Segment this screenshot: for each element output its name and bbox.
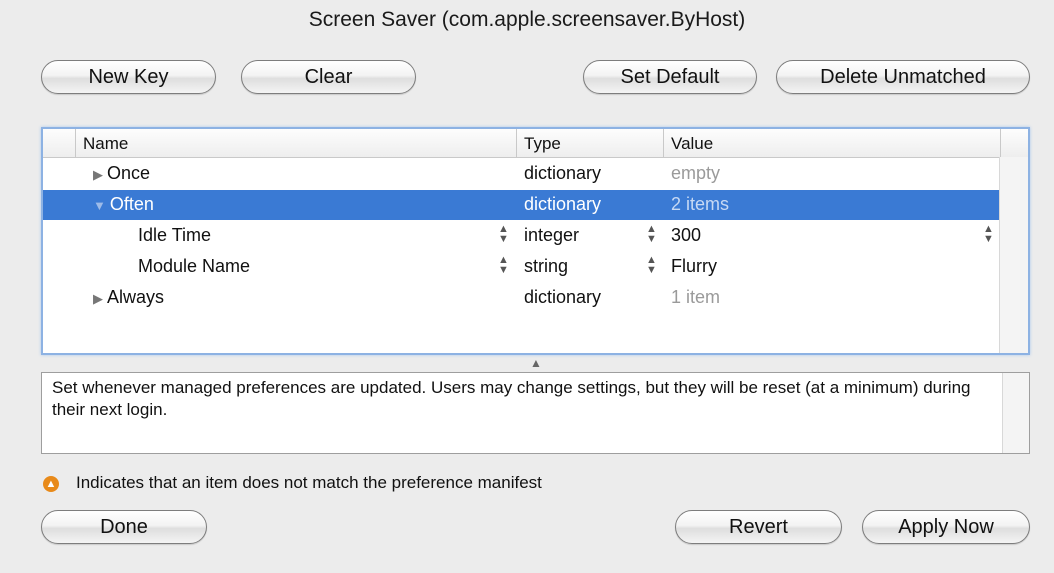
table-header: Name Type Value — [43, 129, 1028, 158]
row-name-cell: ▶ Always — [93, 287, 164, 308]
row-type-cell: dictionary — [524, 287, 602, 307]
row-name-cell: ▼ Often — [93, 194, 154, 215]
delete-unmatched-button[interactable]: Delete Unmatched — [776, 60, 1030, 94]
row-type-cell: dictionary — [524, 163, 602, 183]
table-row[interactable]: Module Name string Flurry ▲ ▼ ▲ ▼ — [43, 252, 1001, 282]
done-button[interactable]: Done — [41, 510, 207, 544]
column-separator — [663, 129, 664, 157]
table-scrollbar[interactable] — [999, 157, 1028, 353]
row-name-label: Once — [107, 163, 151, 183]
row-type-cell: string — [524, 256, 569, 276]
table-row[interactable]: ▶ Once dictionary empty — [43, 159, 1001, 189]
disclosure-closed-icon[interactable]: ▶ — [93, 167, 103, 183]
description-scrollbar[interactable] — [1002, 373, 1029, 453]
clear-button[interactable]: Clear — [241, 60, 416, 94]
description-text: Set whenever managed preferences are upd… — [41, 372, 1030, 454]
row-name-label: Often — [109, 194, 154, 214]
preferences-editor-window: Screen Saver (com.apple.screensaver.ByHo… — [0, 0, 1054, 573]
table-row[interactable]: ▶ Always dictionary 1 item — [43, 283, 1001, 313]
new-key-button[interactable]: New Key — [41, 60, 216, 94]
column-separator — [1000, 129, 1001, 157]
preferences-table[interactable]: Name Type Value ▶ Once dictionary empty ▼ Oft… — [41, 127, 1030, 355]
value-stepper-icon[interactable]: ▲ ▼ — [983, 224, 994, 245]
revert-button[interactable]: Revert — [675, 510, 842, 544]
row-value-cell: empty — [671, 163, 721, 183]
column-separator — [75, 129, 76, 157]
popup-stepper-icon[interactable]: ▲ ▼ — [646, 255, 657, 276]
popup-stepper-icon[interactable]: ▲ ▼ — [646, 224, 657, 245]
description-body: Set whenever managed preferences are upd… — [52, 378, 971, 419]
disclosure-closed-icon[interactable]: ▶ — [93, 291, 103, 307]
row-name-cell: Idle Time — [138, 225, 211, 246]
window-title: Screen Saver (com.apple.screensaver.ByHo… — [308, 8, 746, 31]
column-separator — [516, 129, 517, 157]
row-value-cell: 2 items — [671, 194, 730, 214]
apply-now-button[interactable]: Apply Now — [862, 510, 1030, 544]
disclosure-open-icon[interactable]: ▼ — [93, 198, 106, 213]
row-name-cell: ▶ Once — [93, 163, 150, 184]
row-name-label: Module Name — [138, 256, 251, 276]
legend-text: Indicates that an item does not match th… — [76, 473, 542, 492]
row-name-label: Idle Time — [138, 225, 212, 245]
row-value-cell[interactable]: 300 — [671, 225, 701, 246]
popup-stepper-icon[interactable]: ▲ ▼ — [498, 255, 509, 276]
row-value-cell: 1 item — [671, 287, 721, 307]
row-value-cell[interactable]: Flurry — [671, 256, 717, 277]
table-row[interactable]: ▼ Often dictionary 2 items — [43, 190, 1001, 220]
column-header-name[interactable]: Name — [83, 134, 128, 154]
popup-stepper-icon[interactable]: ▲ ▼ — [498, 224, 509, 245]
split-view-handle-icon[interactable]: ▲ — [530, 356, 542, 370]
row-type-cell: dictionary — [524, 194, 602, 214]
row-type-cell: integer — [524, 225, 580, 245]
row-name-cell: Module Name — [138, 256, 250, 277]
row-name-label: Always — [107, 287, 165, 307]
set-default-button[interactable]: Set Default — [583, 60, 757, 94]
table-row[interactable]: Idle Time integer 300 ▲ ▼ ▲ ▼ ▲ ▼ — [43, 221, 1001, 251]
warning-icon: ▲ — [43, 476, 59, 492]
column-header-value[interactable]: Value — [671, 134, 713, 154]
column-header-type[interactable]: Type — [524, 134, 561, 154]
